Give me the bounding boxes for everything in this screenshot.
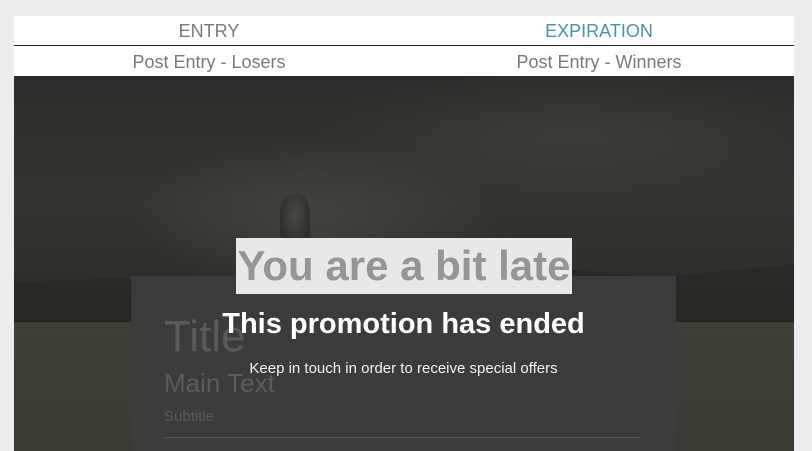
late-heading-box: You are a bit late <box>236 238 572 294</box>
tab-expiration[interactable]: EXPIRATION <box>404 16 794 45</box>
editor-frame: ENTRY EXPIRATION Post Entry - Losers Pos… <box>14 16 794 451</box>
stage-tabs: ENTRY EXPIRATION <box>14 16 794 46</box>
keep-in-touch-text: Keep in touch in order to receive specia… <box>249 360 558 377</box>
ended-heading: This promotion has ended <box>222 308 585 340</box>
tab-post-entry-winners[interactable]: Post Entry - Winners <box>404 46 794 76</box>
tab-post-entry-losers[interactable]: Post Entry - Losers <box>14 46 404 76</box>
card-divider <box>164 437 640 438</box>
card-subtitle: Subtitle <box>164 408 215 425</box>
tab-entry[interactable]: ENTRY <box>14 16 404 45</box>
expiration-preview: Title Main Text Subtitle You are a bit l… <box>14 76 794 451</box>
post-entry-tabs: Post Entry - Losers Post Entry - Winners <box>14 46 794 76</box>
late-heading: You are a bit late <box>237 242 571 289</box>
